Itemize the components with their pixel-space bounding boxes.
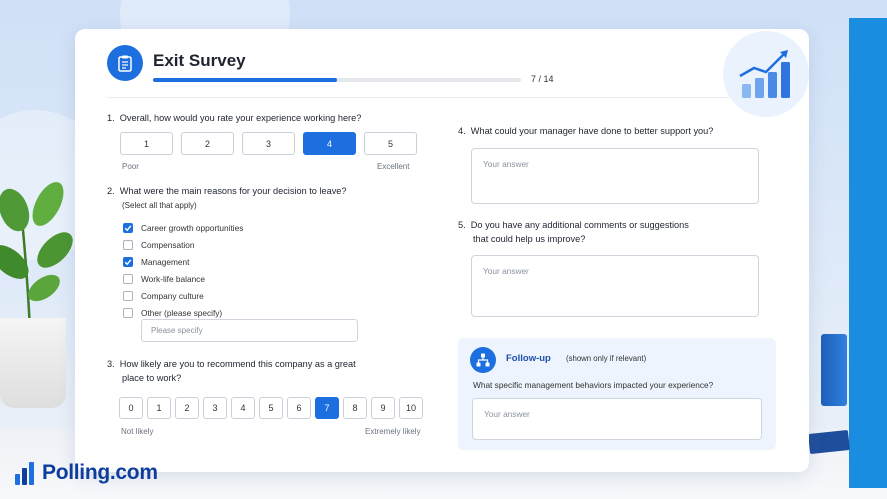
recommend-option-9[interactable]: 9 xyxy=(371,397,395,419)
checkbox[interactable] xyxy=(123,307,133,318)
recommend-option-5[interactable]: 5 xyxy=(259,397,283,419)
question-5: 5. Do you have any additional comments o… xyxy=(458,218,689,232)
plant-pot xyxy=(0,318,66,408)
growth-chart-icon xyxy=(723,31,809,117)
reason-option[interactable]: Management xyxy=(123,253,243,270)
recommend-high-label: Extremely likely xyxy=(365,427,421,436)
recommend-option-2[interactable]: 2 xyxy=(175,397,199,419)
question-1-text: Overall, how would you rate your experie… xyxy=(119,113,362,123)
reason-option[interactable]: Work-life balance xyxy=(123,270,243,287)
specify-input[interactable]: Please specify xyxy=(141,319,358,342)
reason-option[interactable]: Compensation xyxy=(123,236,243,253)
recommend-option-10[interactable]: 10 xyxy=(399,397,423,419)
rating-low-label: Poor xyxy=(122,162,139,171)
rating-high-label: Excellent xyxy=(377,162,410,171)
rating-scale: 12345 xyxy=(120,132,417,155)
bar-chart-logo-icon xyxy=(15,462,34,485)
question-3-number: 3. xyxy=(107,359,115,369)
survey-card: Exit Survey 7 / 14 1. Overall, how would… xyxy=(75,29,809,472)
checkbox[interactable] xyxy=(123,256,133,267)
recommend-option-1[interactable]: 1 xyxy=(147,397,171,419)
reason-option-label: Career growth opportunities xyxy=(141,222,244,233)
brand-logo: Polling.com xyxy=(14,460,158,486)
reason-option[interactable]: Career growth opportunities xyxy=(123,219,243,236)
header-divider xyxy=(107,97,777,98)
checkmark-icon xyxy=(124,224,132,231)
recommend-option-6[interactable]: 6 xyxy=(287,397,311,419)
question-2-number: 2. xyxy=(107,186,115,196)
recommend-low-label: Not likely xyxy=(121,427,154,436)
reason-option-label: Company culture xyxy=(141,290,204,301)
rating-option-4[interactable]: 4 xyxy=(303,132,356,155)
rating-option-1[interactable]: 1 xyxy=(120,132,173,155)
recommend-option-3[interactable]: 3 xyxy=(203,397,227,419)
recommend-option-4[interactable]: 4 xyxy=(231,397,255,419)
question-3-text-line2: place to work? xyxy=(122,373,182,383)
checkmark-icon xyxy=(124,258,132,265)
question-5-number: 5. xyxy=(458,220,466,230)
checkbox[interactable] xyxy=(123,239,133,250)
manager-support-textarea[interactable]: Your answer xyxy=(471,148,759,204)
recommend-scale: 0 1 2 3 4 5 6 7 8 9 10 xyxy=(119,397,423,419)
reason-option[interactable]: Company culture xyxy=(123,287,243,304)
recommend-option-0[interactable]: 0 xyxy=(119,397,143,419)
rating-option-5[interactable]: 5 xyxy=(364,132,417,155)
rating-option-2[interactable]: 2 xyxy=(181,132,234,155)
question-2-text: What were the main reasons for your deci… xyxy=(119,186,347,196)
question-3-text-line1: How likely are you to recommend this com… xyxy=(119,359,356,369)
recommend-option-8[interactable]: 8 xyxy=(343,397,367,419)
question-1-number: 1. xyxy=(107,113,115,123)
question-2-subtext: (Select all that apply) xyxy=(122,201,197,210)
question-3: 3. How likely are you to recommend this … xyxy=(107,357,356,371)
rating-option-3[interactable]: 3 xyxy=(242,132,295,155)
decor-blue-panel xyxy=(849,18,887,488)
question-4: 4. What could your manager have done to … xyxy=(458,124,713,138)
question-2: 2. What were the main reasons for your d… xyxy=(107,184,347,198)
question-4-number: 4. xyxy=(458,126,466,136)
followup-question: What specific management behaviors impac… xyxy=(473,380,714,390)
reasons-checklist: Career growth opportunities Compensation M… xyxy=(123,219,243,321)
brand-name: Polling.com xyxy=(42,461,158,484)
progress-text: 7 / 14 xyxy=(531,74,554,84)
reason-option-label: Management xyxy=(141,256,190,267)
progress-bar xyxy=(153,78,521,82)
recommend-option-7[interactable]: 7 xyxy=(315,397,339,419)
comments-textarea[interactable]: Your answer xyxy=(471,255,759,317)
pencil-cup-decor xyxy=(821,334,847,406)
survey-title: Exit Survey xyxy=(153,51,246,70)
followup-textarea[interactable]: Your answer xyxy=(472,398,762,440)
progress-bar-fill xyxy=(153,78,337,82)
followup-note: (shown only if relevant) xyxy=(566,354,647,363)
plant-decor xyxy=(0,182,73,330)
question-5-text-line1: Do you have any additional comments or s… xyxy=(470,220,689,230)
reason-option-label: Compensation xyxy=(141,239,195,250)
followup-panel: Follow-up (shown only if relevant) What … xyxy=(458,338,776,450)
hierarchy-icon xyxy=(470,347,496,373)
reason-option-label: Work-life balance xyxy=(141,273,205,284)
checkbox[interactable] xyxy=(123,273,133,284)
question-4-text: What could your manager have done to bet… xyxy=(470,126,714,136)
clipboard-icon xyxy=(107,45,143,81)
checkbox[interactable] xyxy=(123,290,133,301)
checkbox[interactable] xyxy=(123,222,133,233)
notebook-decor xyxy=(808,429,850,455)
question-1: 1. Overall, how would you rate your expe… xyxy=(107,111,361,125)
question-5-text-line2: that could help us improve? xyxy=(473,234,586,244)
reason-option-label: Other (please specify) xyxy=(141,307,223,318)
followup-title: Follow-up xyxy=(506,353,551,364)
